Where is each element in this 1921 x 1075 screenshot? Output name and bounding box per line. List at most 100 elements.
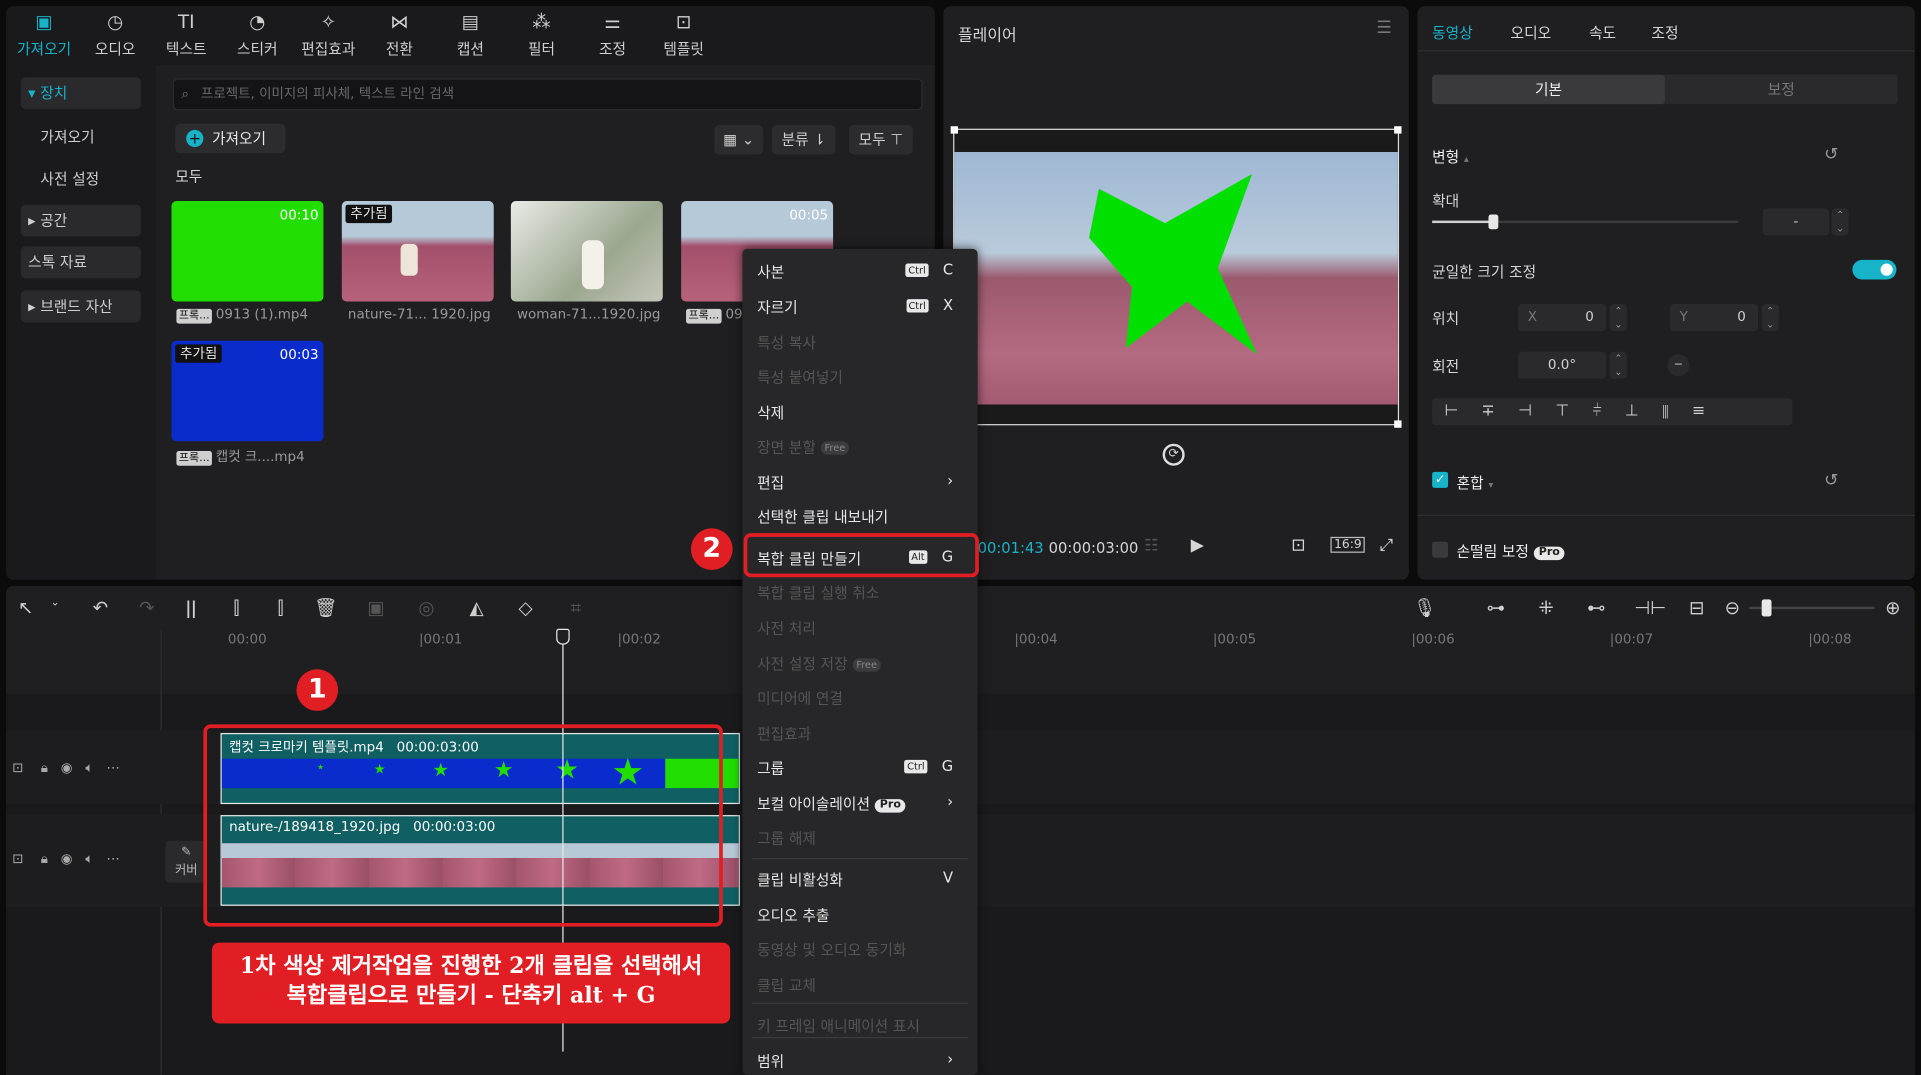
volume-icon[interactable]: 🔈︎ xyxy=(85,760,93,776)
eye-icon[interactable]: ◉ xyxy=(61,851,73,867)
scale-slider-knob[interactable] xyxy=(1488,214,1499,230)
search-input[interactable]: ⌕ 프로젝트, 이미지의 피사체, 텍스트 라인 검색 xyxy=(172,78,923,111)
tab-filter[interactable]: ⁂ 필터 xyxy=(506,11,577,62)
rotation-input[interactable]: 0.0° xyxy=(1517,351,1607,379)
lock-icon[interactable]: 🔒︎ xyxy=(41,851,48,867)
tab-effects[interactable]: ✧ 편집효과 xyxy=(293,11,364,62)
sidebar-item-0[interactable]: ▾ 장치 xyxy=(20,77,141,110)
delete-icon[interactable]: 🗑 xyxy=(314,597,339,619)
reset-icon[interactable]: ↺ xyxy=(1824,471,1838,491)
more-icon[interactable]: ⋯ xyxy=(106,760,119,776)
sidebar-item-1[interactable]: 가져오기 xyxy=(21,121,141,153)
lock-icon[interactable]: 🔒︎ xyxy=(41,760,48,776)
split-icon[interactable]: ǀǀ xyxy=(179,597,204,619)
snap-icon[interactable]: ⁜ xyxy=(1534,597,1559,619)
tab-audio[interactable]: 오디오 xyxy=(1511,22,1552,43)
rotation-dial[interactable]: − xyxy=(1667,354,1690,377)
tab-caption[interactable]: ▤ 캡션 xyxy=(435,11,506,62)
zoom-slider-knob[interactable] xyxy=(1761,599,1772,617)
tab-speed[interactable]: 속도 xyxy=(1589,22,1616,43)
sidebar-item-3[interactable]: ▸ 공간 xyxy=(20,204,141,237)
crop-icon[interactable]: ⌗ xyxy=(564,597,589,619)
cover-button[interactable]: ✎ 커버 xyxy=(165,840,208,883)
menu-icon[interactable]: ☰ xyxy=(1376,18,1391,38)
subtab-retouch[interactable]: 보정 xyxy=(1665,75,1898,104)
tab-import[interactable]: ▣ 가져오기 xyxy=(9,11,80,62)
collapse-icon[interactable]: ▴ xyxy=(1464,153,1469,164)
uniform-scale-toggle[interactable] xyxy=(1852,259,1897,280)
resize-handle[interactable] xyxy=(1394,126,1402,134)
tab-template[interactable]: ⊡ 템플릿 xyxy=(648,11,719,62)
reset-icon[interactable]: ↺ xyxy=(1824,145,1838,165)
split-left-icon[interactable]: ⫿ xyxy=(224,597,249,619)
resize-handle[interactable] xyxy=(950,126,959,134)
split-view-icon[interactable]: ⊣⊢ xyxy=(1634,597,1666,619)
menu-item-0[interactable]: 사본 xyxy=(757,261,784,282)
menu-item-6[interactable]: 편집 xyxy=(757,472,784,493)
aspect-ratio-button[interactable]: 16:9 xyxy=(1330,536,1366,553)
menu-item-4[interactable]: 삭제 xyxy=(757,402,784,423)
menu-item-17[interactable]: 클립 비활성화 xyxy=(757,869,843,890)
chevron-down-icon[interactable]: ▾ xyxy=(1488,479,1493,490)
filter-button[interactable]: 모두 ⊤ xyxy=(848,125,913,155)
sort-button[interactable]: 분류 ⇂ xyxy=(771,125,836,155)
blend-checkbox[interactable]: ✓ xyxy=(1432,471,1449,488)
zoom-slider[interactable] xyxy=(1749,599,1875,617)
sidebar-item-5[interactable]: ▸ 브랜드 자산 xyxy=(20,290,141,323)
media-thumb-1[interactable]: 00:10 xyxy=(171,201,324,302)
preview-frame[interactable] xyxy=(950,126,1402,428)
scale-input[interactable]: - xyxy=(1762,208,1830,236)
magnet-link-icon[interactable]: ⊶ xyxy=(1484,597,1509,619)
freeze-icon[interactable]: ▣ xyxy=(364,597,389,619)
eye-icon[interactable]: ◉ xyxy=(61,760,73,776)
rotate-icon[interactable]: ◇ xyxy=(513,597,538,619)
volume-icon[interactable]: 🔈︎ xyxy=(85,851,93,867)
rotate-handle-icon[interactable]: ⟳ xyxy=(1162,443,1185,466)
tab-text[interactable]: TI 텍스트 xyxy=(151,11,222,62)
zoom-in-icon[interactable]: ⊕ xyxy=(1881,597,1906,619)
scale-stepper[interactable]: ⌃ ⌄ xyxy=(1831,208,1849,236)
track-frame-icon[interactable]: ⊡ xyxy=(12,760,23,776)
tab-video[interactable]: 동영상 xyxy=(1432,22,1473,43)
timeline-view-icon[interactable]: ☷ xyxy=(1144,537,1158,555)
rotation-stepper[interactable]: ⌃ ⌄ xyxy=(1609,351,1627,379)
menu-item-15[interactable]: 보컬 아이솔레이션 Pro xyxy=(757,793,906,814)
zoom-out-icon[interactable]: ⊖ xyxy=(1720,597,1745,619)
menu-item-18[interactable]: 오디오 추출 xyxy=(757,905,829,926)
align-toolbar[interactable]: ⊢∓⊣⊤⫩⊥⫴≡ xyxy=(1432,398,1793,426)
menu-item-1[interactable]: 자르기 xyxy=(757,297,798,318)
view-toggle-button[interactable]: ▦ ⌄ xyxy=(714,125,764,155)
fullscreen-icon[interactable]: ⤢ xyxy=(1379,536,1393,556)
scale-slider[interactable] xyxy=(1432,214,1739,230)
menu-item-22[interactable]: 범위 xyxy=(757,1050,784,1071)
mirror-icon[interactable]: ◭ xyxy=(464,597,489,619)
preview-axis-icon[interactable]: ⊟ xyxy=(1685,597,1710,619)
position-y-stepper[interactable]: ⌃ ⌄ xyxy=(1761,303,1779,331)
undo-icon[interactable]: ↶ xyxy=(88,597,113,619)
chevron-down-icon[interactable]: ⌄ xyxy=(43,597,68,609)
tab-sticker[interactable]: ◔ 스티커 xyxy=(222,11,293,62)
tab-adjust[interactable]: 조정 xyxy=(1651,22,1678,43)
sidebar-item-4[interactable]: 스톡 자료 xyxy=(20,246,141,279)
microphone-icon[interactable]: 🎙 xyxy=(1413,597,1438,619)
position-x-stepper[interactable]: ⌃ ⌄ xyxy=(1609,303,1627,331)
play-icon[interactable]: ▶ xyxy=(1191,536,1204,556)
track-frame-icon[interactable]: ⊡ xyxy=(12,851,23,867)
menu-item-14[interactable]: 그룹 xyxy=(757,757,784,778)
link-icon[interactable]: ⊷ xyxy=(1584,597,1609,619)
reverse-icon[interactable]: ◎ xyxy=(414,597,439,619)
position-x-input[interactable]: X0 xyxy=(1517,303,1607,331)
redo-icon[interactable]: ↷ xyxy=(135,597,160,619)
import-button[interactable]: + 가져오기 xyxy=(175,123,286,154)
tab-audio[interactable]: ◷ 오디오 xyxy=(80,11,151,62)
media-thumb-3[interactable] xyxy=(510,201,663,302)
subtab-basic[interactable]: 기본 xyxy=(1432,74,1665,105)
resize-handle[interactable] xyxy=(1394,420,1402,428)
position-y-input[interactable]: Y0 xyxy=(1669,303,1759,331)
tab-transition[interactable]: ⋈ 전환 xyxy=(364,11,435,62)
screenshot-icon[interactable]: ⊡ xyxy=(1291,536,1305,556)
sidebar-item-2[interactable]: 사전 설정 xyxy=(21,163,141,195)
menu-item-7[interactable]: 선택한 클립 내보내기 xyxy=(757,506,888,527)
media-thumb-5[interactable]: 추가됨 00:03 xyxy=(171,340,324,442)
more-icon[interactable]: ⋯ xyxy=(106,851,119,867)
